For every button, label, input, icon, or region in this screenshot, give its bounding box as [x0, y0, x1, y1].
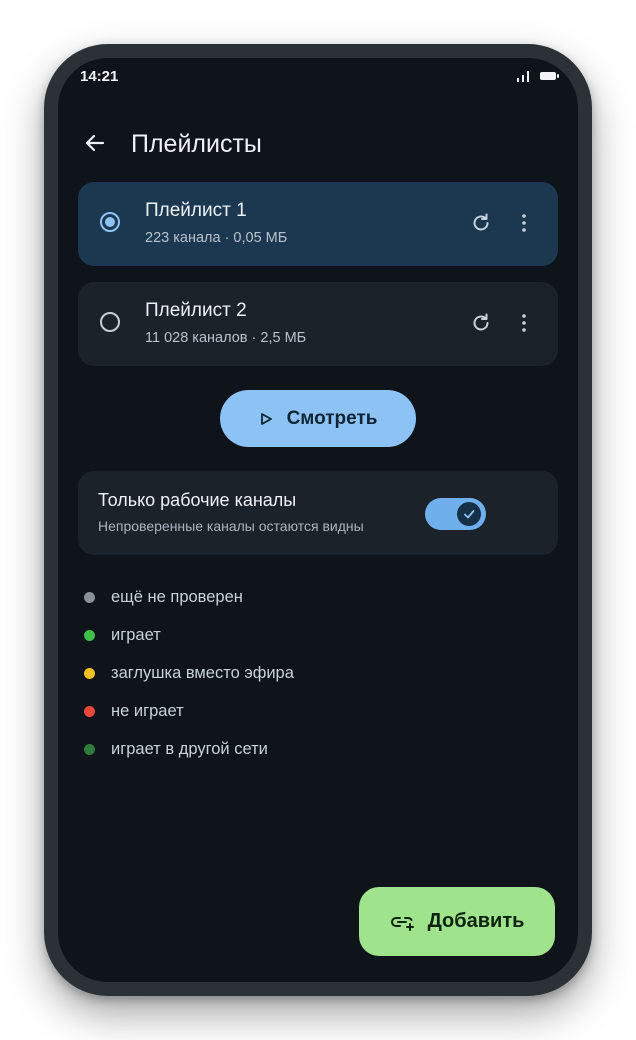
status-dot [84, 705, 95, 717]
check-icon [464, 510, 475, 519]
filter-toggle-switch[interactable] [425, 498, 486, 530]
radio-selected[interactable] [100, 212, 120, 232]
status-dot [84, 629, 95, 641]
back-arrow-icon[interactable] [82, 130, 108, 156]
legend-label: заглушка вместо эфира [111, 663, 294, 682]
play-icon [260, 412, 272, 425]
status-dot [84, 743, 95, 755]
legend-label: не играет [111, 701, 184, 720]
status-legend: ещё не проверен играет заглушка вместо э… [84, 578, 294, 768]
working-channels-filter[interactable]: Только рабочие каналы Непроверенные кана… [78, 471, 558, 555]
playlist-card-1[interactable]: Плейлист 1 223 канала · 0,05 МБ [78, 182, 558, 266]
add-link-icon [390, 916, 414, 931]
legend-item: не играет [84, 692, 294, 730]
playlist-subtitle: 223 канала · 0,05 МБ [145, 230, 288, 246]
legend-item: играет [84, 616, 294, 654]
more-vert-icon[interactable] [514, 212, 534, 234]
legend-item: ещё не проверен [84, 578, 294, 616]
radio-unselected[interactable] [100, 312, 120, 332]
legend-label: играет в другой сети [111, 739, 268, 758]
filter-subtitle: Непроверенные каналы остаются видны [98, 518, 364, 534]
switch-knob [457, 502, 481, 526]
watch-button-label: Смотреть [286, 407, 378, 429]
status-bar: 14:21 [58, 58, 578, 92]
screen: 14:21 Плейлисты Плейлист 1 223 канала · … [58, 58, 578, 982]
battery-icon [540, 72, 559, 80]
add-button-label: Добавить [427, 910, 525, 932]
refresh-icon[interactable] [470, 212, 492, 234]
status-dot [84, 667, 95, 679]
legend-item: заглушка вместо эфира [84, 654, 294, 692]
legend-item: играет в другой сети [84, 730, 294, 768]
status-time: 14:21 [80, 68, 119, 85]
watch-button[interactable]: Смотреть [220, 390, 416, 447]
refresh-icon[interactable] [470, 312, 492, 334]
add-playlist-button[interactable]: Добавить [359, 887, 555, 956]
playlist-card-2[interactable]: Плейлист 2 11 028 каналов · 2,5 МБ [78, 282, 558, 366]
legend-label: ещё не проверен [111, 587, 243, 606]
page-title: Плейлисты [131, 130, 262, 158]
playlist-title: Плейлист 2 [145, 300, 247, 321]
app-bar: Плейлисты [58, 116, 578, 172]
playlist-title: Плейлист 1 [145, 200, 247, 221]
playlist-subtitle: 11 028 каналов · 2,5 МБ [145, 330, 307, 346]
filter-title: Только рабочие каналы [98, 490, 297, 510]
more-vert-icon[interactable] [514, 312, 534, 334]
phone-frame: 14:21 Плейлисты Плейлист 1 223 канала · … [44, 44, 592, 996]
signal-icon [517, 71, 529, 82]
legend-label: играет [111, 625, 161, 644]
status-dot [84, 591, 95, 603]
